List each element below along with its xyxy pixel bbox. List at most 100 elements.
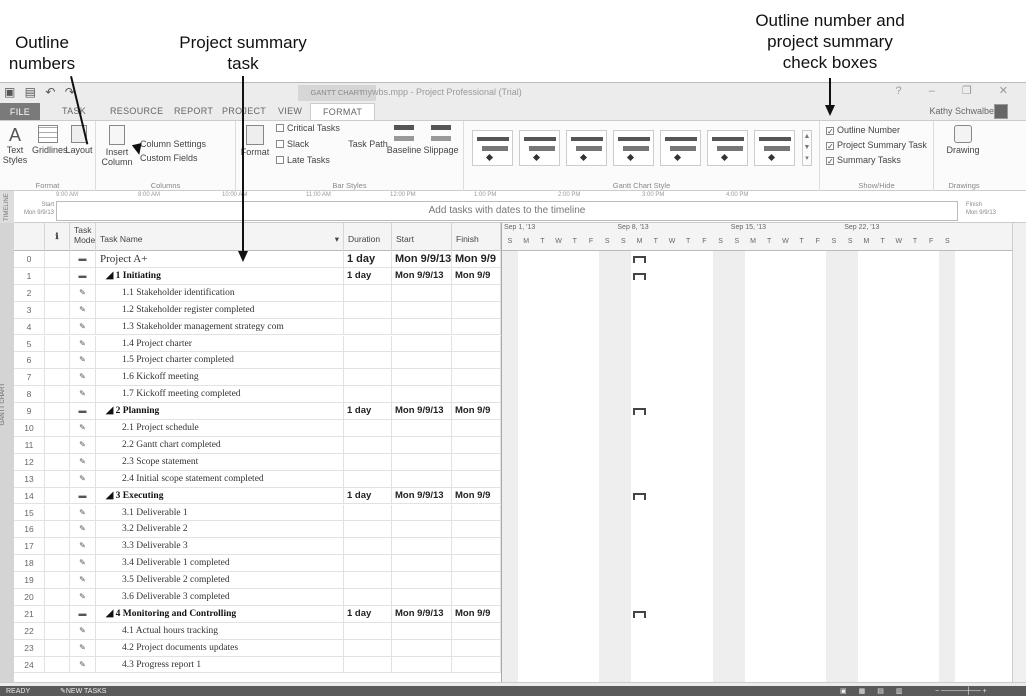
row-id[interactable]: 6	[14, 352, 45, 369]
finish-cell[interactable]	[452, 555, 501, 572]
start-cell[interactable]	[392, 301, 452, 318]
start-cell[interactable]: Mon 9/9/13	[392, 403, 452, 420]
outline-number-checkbox[interactable]: ✓ Outline Number	[826, 125, 900, 136]
gantt-style-thumbnail[interactable]	[754, 130, 795, 166]
column-header-task-name[interactable]: Task Name ▾	[96, 223, 344, 251]
task-name-cell[interactable]: 1.7 Kickoff meeting completed	[96, 386, 344, 403]
summary-bar[interactable]	[632, 610, 646, 618]
start-cell[interactable]	[392, 470, 452, 487]
drawing-button[interactable]: Drawing	[940, 125, 986, 155]
row-id[interactable]: 1	[14, 267, 45, 284]
duration-cell[interactable]	[344, 335, 392, 352]
task-name-cell[interactable]: 2.4 Initial scope statement completed	[96, 470, 344, 487]
avatar[interactable]	[994, 104, 1008, 119]
finish-cell[interactable]: Mon 9/9	[452, 403, 501, 420]
row-id[interactable]: 12	[14, 453, 45, 470]
table-row[interactable]: ✎ 5 1.4 Project charter	[14, 335, 501, 353]
finish-cell[interactable]	[452, 301, 501, 318]
task-name-cell[interactable]: 4.1 Actual hours tracking	[96, 622, 344, 639]
finish-cell[interactable]	[452, 656, 501, 673]
task-name-cell[interactable]: ◢ 1 Initiating	[96, 267, 344, 284]
table-row[interactable]: ✎ 24 4.3 Progress report 1	[14, 656, 501, 674]
row-id[interactable]: 11	[14, 436, 45, 453]
gallery-scroll-icon[interactable]: ▲ ▼ ▾	[802, 130, 812, 166]
table-row[interactable]: ✎ 12 2.3 Scope statement	[14, 453, 501, 471]
finish-cell[interactable]	[452, 622, 501, 639]
table-row[interactable]: ✎ 23 4.2 Project documents updates	[14, 639, 501, 657]
duration-cell[interactable]	[344, 504, 392, 521]
vertical-scrollbar[interactable]	[1012, 223, 1026, 682]
duration-cell[interactable]	[344, 521, 392, 538]
row-id[interactable]: 7	[14, 369, 45, 386]
finish-cell[interactable]	[452, 369, 501, 386]
table-row[interactable]: ✎ 7 1.6 Kickoff meeting	[14, 369, 501, 387]
task-name-cell[interactable]: 1.2 Stakeholder register completed	[96, 301, 344, 318]
task-name-cell[interactable]: 2.3 Scope statement	[96, 453, 344, 470]
new-tasks-mode[interactable]: ✎ NEW TASKS : MANUALLY SCHEDULED	[60, 686, 106, 696]
finish-cell[interactable]	[452, 352, 501, 369]
slippage-button[interactable]: Slippage	[422, 125, 460, 155]
user-name[interactable]: Kathy Schwalbe	[929, 106, 994, 116]
duration-cell[interactable]	[344, 470, 392, 487]
gantt-chart[interactable]: Sep 1, '13 S M T W T F S Sep 8, '13 S M T W T F S Sep 15…	[501, 223, 1013, 682]
finish-cell[interactable]	[452, 318, 501, 335]
insert-column-button[interactable]: Insert Column	[100, 125, 134, 167]
finish-cell[interactable]	[452, 284, 501, 301]
duration-cell[interactable]	[344, 284, 392, 301]
duration-cell[interactable]	[344, 453, 392, 470]
row-id[interactable]: 24	[14, 656, 45, 673]
finish-cell[interactable]	[452, 386, 501, 403]
task-name-cell[interactable]: ◢ 4 Monitoring and Controlling	[96, 605, 344, 622]
gantt-style-thumbnail[interactable]	[707, 130, 748, 166]
task-name-cell[interactable]: 1.4 Project charter	[96, 335, 344, 352]
late-tasks-checkbox[interactable]: Late Tasks	[276, 155, 330, 165]
tab-task[interactable]: TASK	[62, 106, 86, 116]
custom-fields-button[interactable]: Custom Fields	[140, 153, 198, 163]
table-row[interactable]: ▬ 1 ◢ 1 Initiating 1 day Mon 9/9/13 Mon 9/9	[14, 267, 501, 285]
start-cell[interactable]: Mon 9/9/13	[392, 487, 452, 504]
start-cell[interactable]	[392, 504, 452, 521]
finish-cell[interactable]	[452, 470, 501, 487]
task-name-cell[interactable]: 2.2 Gantt chart completed	[96, 436, 344, 453]
duration-cell[interactable]	[344, 589, 392, 605]
task-name-cell[interactable]: 1.1 Stakeholder identification	[96, 284, 344, 301]
start-cell[interactable]	[392, 318, 452, 335]
row-id[interactable]: 15	[14, 504, 45, 521]
table-row[interactable]: ✎ 11 2.2 Gantt chart completed	[14, 436, 501, 454]
duration-cell[interactable]: 1 day	[344, 487, 392, 504]
table-row[interactable]: ✎ 22 4.1 Actual hours tracking	[14, 622, 501, 640]
table-row[interactable]: ✎ 13 2.4 Initial scope statement completed	[14, 470, 501, 488]
slack-checkbox[interactable]: Slack	[276, 139, 309, 149]
start-cell[interactable]	[392, 572, 452, 589]
duration-cell[interactable]: 1 day	[344, 251, 392, 267]
row-id[interactable]: 13	[14, 470, 45, 487]
row-id[interactable]: 21	[14, 605, 45, 622]
table-row[interactable]: ✎ 3 1.2 Stakeholder register completed	[14, 301, 501, 319]
project-summary-bar[interactable]	[632, 256, 646, 263]
finish-cell[interactable]	[452, 420, 501, 436]
row-id[interactable]: 5	[14, 335, 45, 352]
table-row[interactable]: ✎ 4 1.3 Stakeholder management strategy co…	[14, 318, 501, 336]
start-cell[interactable]	[392, 622, 452, 639]
summary-bar[interactable]	[632, 492, 646, 500]
start-cell[interactable]	[392, 335, 452, 352]
duration-cell[interactable]	[344, 639, 392, 656]
finish-cell[interactable]	[452, 521, 501, 538]
duration-cell[interactable]: 1 day	[344, 267, 392, 284]
finish-cell[interactable]: Mon 9/9	[452, 251, 501, 267]
table-row[interactable]: ✎ 16 3.2 Deliverable 2	[14, 521, 501, 539]
task-name-cell[interactable]: 3.5 Deliverable 2 completed	[96, 572, 344, 589]
timeline-pane[interactable]: TIMELINE Start Mon 9/9/13 9:00 AM 8:00 AM…	[0, 191, 1026, 223]
text-styles-button[interactable]: A Text Styles	[2, 125, 28, 165]
view-shortcut-icons[interactable]: ▣▦▤▥	[840, 686, 914, 696]
summary-tasks-checkbox[interactable]: ✓ Summary Tasks	[826, 155, 901, 166]
duration-cell[interactable]	[344, 572, 392, 589]
duration-cell[interactable]	[344, 301, 392, 318]
finish-cell[interactable]	[452, 572, 501, 589]
start-cell[interactable]	[392, 639, 452, 656]
task-name-cell[interactable]: 3.2 Deliverable 2	[96, 521, 344, 538]
table-row[interactable]: ✎ 18 3.4 Deliverable 1 completed	[14, 555, 501, 573]
duration-cell[interactable]	[344, 386, 392, 403]
task-name-cell[interactable]: ◢ 3 Executing	[96, 487, 344, 504]
table-row[interactable]: ✎ 2 1.1 Stakeholder identification	[14, 284, 501, 302]
